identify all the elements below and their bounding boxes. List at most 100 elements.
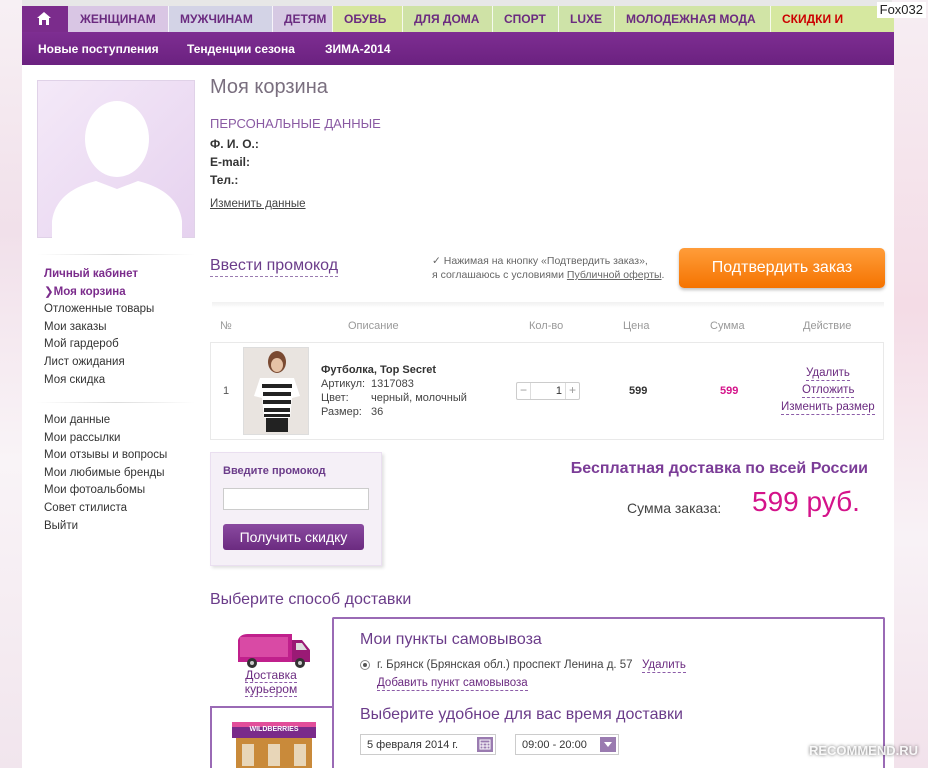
tab-divider	[272, 6, 273, 32]
sidebar-menu-account: Личный кабинет ❯Моя корзина Отложенные т…	[44, 266, 154, 389]
delivery-van-icon	[238, 634, 310, 668]
watermark: RECOMMEND.RU	[808, 743, 918, 758]
sidebar-item-photo-albums[interactable]: Мои фотоальбомы	[44, 482, 167, 500]
sidebar-item-discount[interactable]: Моя скидка	[44, 372, 154, 390]
sidebar-item-stylist[interactable]: Совет стилиста	[44, 500, 167, 518]
sidebar-item-my-data[interactable]: Мои данные	[44, 412, 167, 430]
public-offer-link[interactable]: Публичной оферты	[567, 269, 662, 281]
delivery-time-value: 09:00 - 20:00	[522, 739, 587, 751]
article-label: Артикул:	[321, 378, 366, 390]
sidebar-item-logout[interactable]: Выйти	[44, 518, 167, 536]
promo-code-input[interactable]	[223, 488, 369, 510]
postpone-item-link[interactable]: Отложить	[802, 384, 855, 398]
sidebar-divider	[37, 254, 195, 255]
get-discount-button[interactable]: Получить скидку	[223, 524, 364, 550]
courier-delivery-label[interactable]: Доставка курьером	[242, 668, 300, 697]
col-header-price: Цена	[623, 320, 650, 332]
sidebar-item-mailings[interactable]: Мои рассылки	[44, 430, 167, 448]
tab-divider	[770, 6, 771, 32]
promo-code-label: Введите промокод	[223, 465, 326, 477]
sidebar-head-account[interactable]: Личный кабинет	[44, 266, 154, 284]
agreement-line-2: я соглашаюсь с условиями	[432, 269, 564, 281]
confirm-order-button[interactable]: Подтвердить заказ	[679, 248, 885, 288]
tab-youth-fashion[interactable]: МОЛОДЕЖНАЯ МОДА	[614, 6, 770, 32]
delivery-date-value: 5 февраля 2014 г.	[367, 739, 459, 751]
courier-label-line-2: курьером	[244, 682, 298, 697]
order-sum-value: 599 руб.	[752, 486, 860, 517]
tab-kids[interactable]: ДЕТЯМ	[272, 6, 332, 32]
agreement-line-1: Нажимая на кнопку «Подтвердить заказ»,	[443, 255, 648, 267]
courier-label-line-1: Доставка	[245, 668, 297, 683]
field-phone: Тел.:	[210, 173, 239, 187]
color-value: черный, молочный	[371, 392, 467, 404]
tab-men[interactable]: МУЖЧИНАМ	[168, 6, 272, 32]
enter-promo-link[interactable]: Ввести промокод	[210, 257, 339, 277]
subnav-winter-2014[interactable]: ЗИМА-2014	[325, 32, 391, 66]
item-sum: 599	[720, 385, 739, 397]
tab-divider	[558, 6, 559, 32]
background-decoration-right	[892, 0, 928, 768]
home-icon	[37, 12, 51, 25]
tab-shoes[interactable]: ОБУВЬ	[332, 6, 402, 32]
sidebar-item-postponed[interactable]: Отложенные товары	[44, 301, 154, 319]
col-header-description: Описание	[348, 320, 399, 332]
delivery-date-field[interactable]: 5 февраля 2014 г.	[360, 734, 496, 755]
delete-item-link[interactable]: Удалить	[806, 367, 850, 381]
sidebar-item-brands[interactable]: Мои любимые бренды	[44, 465, 167, 483]
pickup-store-icon	[232, 722, 316, 768]
subnav-season-trends[interactable]: Тенденции сезона	[187, 32, 295, 66]
delete-pickup-point-link[interactable]: Удалить	[642, 659, 686, 673]
calendar-icon[interactable]	[477, 737, 493, 752]
tab-home-goods[interactable]: ДЛЯ ДОМА	[402, 6, 492, 32]
free-shipping-banner: Бесплатная доставка по всей России	[570, 460, 868, 477]
product-image[interactable]	[243, 347, 309, 435]
tab-sales[interactable]: СКИДКИ И АКЦИИ	[770, 6, 894, 32]
agreement-note: ✓ Нажимая на кнопку «Подтвердить заказ»,…	[432, 254, 664, 282]
tab-divider	[168, 6, 169, 32]
pickup-delivery-option[interactable]: WILDBERRIES	[210, 706, 332, 768]
color-label: Цвет:	[321, 392, 349, 404]
add-pickup-point-link[interactable]: Добавить пункт самовывоза	[377, 677, 528, 691]
tab-divider	[492, 6, 493, 32]
pickup-store-sign: WILDBERRIES	[249, 726, 299, 733]
sidebar-item-reviews[interactable]: Мои отзывы и вопросы	[44, 447, 167, 465]
quantity-plus-button[interactable]: +	[565, 383, 579, 399]
product-color: Цвет: черный, молочный	[321, 392, 467, 404]
size-label: Размер:	[321, 406, 362, 418]
article-value: 1317083	[371, 378, 414, 390]
tab-luxe[interactable]: LUXE	[558, 6, 614, 32]
avatar[interactable]	[37, 80, 195, 239]
tshirt-model-icon	[244, 348, 308, 434]
page-title: Моя корзина	[210, 76, 328, 98]
subnav-new-arrivals[interactable]: Новые поступления	[38, 32, 159, 66]
tab-women[interactable]: ЖЕНЩИНАМ	[68, 6, 168, 32]
promo-code-box: Введите промокод Получить скидку	[210, 452, 382, 566]
sidebar-item-orders[interactable]: Мои заказы	[44, 319, 154, 337]
user-silhouette-icon	[52, 101, 182, 239]
col-header-number: №	[220, 320, 232, 332]
product-name[interactable]: Футболка, Top Secret	[321, 364, 436, 376]
quantity-value[interactable]: 1	[533, 383, 565, 399]
pickup-point-radio[interactable]	[360, 660, 370, 670]
row-number: 1	[223, 385, 230, 397]
sidebar-item-wardrobe[interactable]: Мой гардероб	[44, 336, 154, 354]
product-size: Размер: 36	[321, 406, 383, 418]
edit-data-link[interactable]: Изменить данные	[210, 198, 306, 210]
sidebar-divider	[37, 402, 195, 403]
change-size-link[interactable]: Изменить размер	[781, 401, 875, 415]
delivery-time-select[interactable]: 09:00 - 20:00	[515, 734, 619, 755]
check-icon: ✓	[432, 255, 441, 267]
quantity-minus-button[interactable]: −	[517, 383, 531, 399]
size-value: 36	[371, 406, 384, 418]
pickup-point-address[interactable]: г. Брянск (Брянская обл.) проспект Ленин…	[377, 659, 633, 671]
delivery-time-title: Выберите удобное для вас время доставки	[360, 706, 683, 723]
tab-home[interactable]	[22, 6, 68, 32]
username-label: Fox032	[876, 2, 926, 18]
tab-sport[interactable]: СПОРТ	[492, 6, 558, 32]
quantity-stepper: − 1 +	[516, 382, 580, 400]
item-price: 599	[629, 385, 648, 397]
sidebar-item-cart[interactable]: ❯Моя корзина	[44, 284, 154, 302]
personal-data-title: ПЕРСОНАЛЬНЫЕ ДАННЫЕ	[210, 116, 381, 131]
chevron-down-icon[interactable]	[600, 737, 616, 752]
sidebar-item-waitlist[interactable]: Лист ожидания	[44, 354, 154, 372]
